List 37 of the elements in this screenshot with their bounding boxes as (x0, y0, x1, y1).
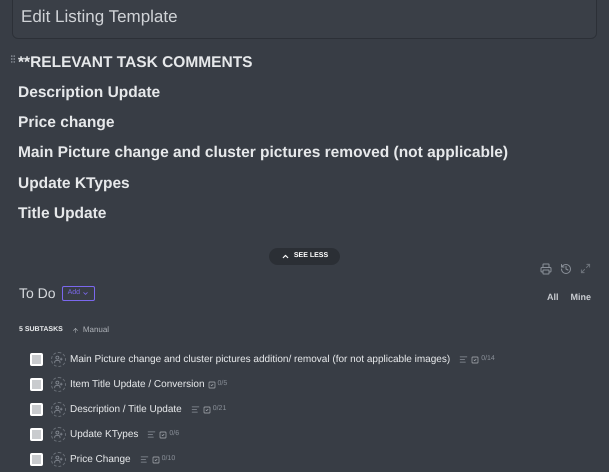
status-checkbox[interactable] (30, 403, 43, 416)
drag-handle-icon[interactable] (8, 54, 18, 64)
assign-user-icon[interactable] (51, 427, 66, 442)
checklist-icon (471, 356, 480, 364)
status-checkbox[interactable] (30, 428, 43, 441)
checklist-icon (208, 380, 216, 388)
todo-title: To Do (19, 284, 56, 303)
history-icon[interactable] (560, 262, 572, 274)
subtask-name[interactable]: Description / Title Update (70, 402, 182, 417)
description-line: Update KTypes (18, 174, 131, 194)
description-heading: **RELEVANT TASK COMMENTS (18, 52, 254, 72)
filter-tab[interactable]: All (546, 290, 558, 304)
status-checkbox[interactable] (30, 378, 43, 391)
assign-user-icon[interactable] (51, 452, 66, 467)
assign-user-icon[interactable] (51, 352, 66, 367)
description-line: Price change (18, 113, 116, 133)
status-checkbox[interactable] (30, 353, 43, 366)
description-line: Main Picture change and cluster pictures removed (not applicable) (18, 143, 508, 164)
title-field[interactable]: Edit Listing Template (12, 0, 597, 38)
sort-button[interactable]: Manual (72, 324, 110, 336)
filter-tab[interactable]: Mine (570, 290, 591, 304)
arrow-up-icon (72, 326, 79, 334)
subtask-name[interactable]: Update KTypes (70, 427, 138, 442)
checklist-icon (159, 430, 168, 438)
description-line: Description Update (18, 82, 162, 103)
subtask-name[interactable]: Item Title Update / Conversion (70, 377, 205, 392)
print-icon[interactable] (540, 262, 552, 274)
subtask-name[interactable]: Price Change (70, 452, 131, 467)
status-checkbox[interactable] (30, 453, 43, 466)
subtask-name[interactable]: Main Picture change and cluster pictures addition/ removal (for not applicable images) (70, 352, 450, 367)
expand-icon[interactable] (580, 262, 591, 274)
checklist-icon (152, 456, 160, 464)
description-line: Title Update (18, 204, 108, 224)
assign-user-icon[interactable] (51, 377, 66, 392)
caret-icon (82, 290, 90, 297)
checklist-icon (202, 406, 211, 414)
assign-user-icon[interactable] (51, 402, 66, 417)
